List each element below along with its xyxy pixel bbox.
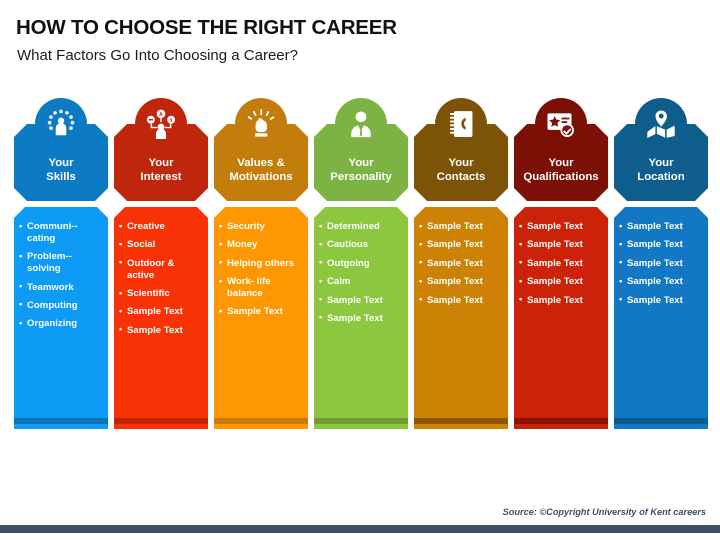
career-factor-columns: YourSkillsCommuni-­ catingProblem-­ solv… xyxy=(14,98,708,443)
bullet-item[interactable]: Determined xyxy=(319,221,404,233)
bullet-item[interactable]: Sample Text xyxy=(519,221,604,233)
bullet-list: Creative Social Outdoor & active Scientific… xyxy=(114,207,208,337)
bullet-item[interactable]: Sample Text xyxy=(619,257,704,270)
panel-bottom-stripe xyxy=(414,418,508,424)
bullet-item[interactable]: Sample Text xyxy=(419,257,504,270)
bullet-item[interactable]: Sample Text xyxy=(619,276,704,288)
bullet-item[interactable]: Sample Text xyxy=(419,239,504,251)
bullet-item[interactable]: Sample Text xyxy=(319,312,404,325)
bullet-item[interactable]: Calm xyxy=(319,276,404,288)
column-title-line2: Location xyxy=(637,171,685,183)
bullet-item[interactable]: Sample Text xyxy=(219,306,304,318)
panel-bottom-stripe xyxy=(214,418,308,424)
bullet-list: Security Money Helping others Work- life ba… xyxy=(214,207,308,318)
career-factor-column: YourSkills Communi-­ cating Problem-­ solv… xyxy=(14,98,108,443)
column-title-line1: Your xyxy=(48,157,74,170)
infographic-slide: HOW TO CHOOSE THE RIGHT CAREER What Fact… xyxy=(0,0,720,540)
bullet-item[interactable]: Sample Text xyxy=(519,257,604,270)
business-person-icon xyxy=(335,98,387,150)
address-book-icon xyxy=(435,98,487,150)
column-title-line2: Personality xyxy=(330,171,392,183)
panel-bottom-stripe xyxy=(114,418,208,424)
column-title-line1: Your xyxy=(648,157,674,170)
column-title-line2: Contacts xyxy=(436,171,486,183)
bullet-item[interactable]: Work- life balance xyxy=(219,276,304,300)
bullet-item[interactable]: Helping others xyxy=(219,257,304,270)
raised-fist-icon xyxy=(235,98,287,150)
bullet-item[interactable]: Sample Text xyxy=(619,221,704,233)
bullet-list: Sample Text Sample Text Sample Text Sample … xyxy=(514,207,608,306)
network-interest-icon: A $ xyxy=(135,98,187,150)
bullet-item[interactable]: Sample Text xyxy=(619,239,704,251)
career-factor-column: A $ YourInterest Creative Social Outdoor & … xyxy=(114,98,208,443)
career-factor-column: YourQualificationsSample TextSample Text… xyxy=(514,98,608,443)
bullet-item[interactable]: Sample Text xyxy=(119,324,204,337)
career-factor-column: YourPersonality Determined Cautious Outgoin… xyxy=(314,98,408,443)
bottom-accent-bar xyxy=(0,525,720,533)
career-factor-column: YourContactsSample TextSample TextSample… xyxy=(414,98,508,443)
bullet-list: Communi-­ cating Problem-­ solving Teamwor… xyxy=(14,207,108,330)
svg-text:$: $ xyxy=(170,118,173,123)
bullet-item[interactable]: Sample Text xyxy=(519,294,604,307)
bullet-item[interactable]: Organizing xyxy=(19,318,104,330)
bullet-item[interactable]: Outgoing xyxy=(319,257,404,270)
column-body-panel: Creative Social Outdoor & active Scientific… xyxy=(114,207,208,429)
column-body-panel: Sample Text Sample Text Sample Text Sample … xyxy=(514,207,608,429)
bullet-item[interactable]: Money xyxy=(219,239,304,251)
bullet-item[interactable]: Cautious xyxy=(319,239,404,251)
panel-bottom-stripe xyxy=(14,418,108,424)
bullet-list: Sample Text Sample Text Sample Text Sample … xyxy=(614,207,708,306)
column-body-panel: Security Money Helping others Work- life ba… xyxy=(214,207,308,429)
page-title: HOW TO CHOOSE THE RIGHT CAREER xyxy=(16,16,397,39)
bullet-item[interactable]: Communi-­ cating xyxy=(19,221,104,245)
map-pin-icon xyxy=(635,98,687,150)
bullet-list: Determined Cautious Outgoing Calm Sample Tex… xyxy=(314,207,408,325)
column-body-panel: Sample Text Sample Text Sample Text Sample … xyxy=(614,207,708,429)
bullet-item[interactable]: Sample Text xyxy=(419,276,504,288)
bullet-item[interactable]: Security xyxy=(219,221,304,233)
career-factor-column: YourLocationSample TextSample TextSample… xyxy=(614,98,708,443)
column-body-panel: Communi-­ cating Problem-­ solving Teamwor… xyxy=(14,207,108,429)
bullet-item[interactable]: Teamwork xyxy=(19,281,104,294)
bullet-item[interactable]: Sample Text xyxy=(619,294,704,307)
bullet-list: Sample Text Sample Text Sample Text Sample … xyxy=(414,207,508,306)
column-title-line1: Values & xyxy=(237,157,285,170)
page-subtitle: What Factors Go Into Choosing a Career? xyxy=(17,47,298,64)
bullet-item[interactable]: Sample Text xyxy=(319,294,404,307)
panel-bottom-stripe xyxy=(514,418,608,424)
panel-bottom-stripe xyxy=(614,418,708,424)
column-body-panel: Sample Text Sample Text Sample Text Sample … xyxy=(414,207,508,429)
column-title-line2: Motivations xyxy=(229,171,293,183)
column-title-line1: Your xyxy=(348,157,374,170)
bullet-item[interactable]: Outdoor & active xyxy=(119,257,204,282)
svg-text:A: A xyxy=(159,112,163,118)
bullet-item[interactable]: Scientific xyxy=(119,288,204,300)
bullet-item[interactable]: Sample Text xyxy=(419,294,504,307)
bullet-item[interactable]: Creative xyxy=(119,221,204,233)
panel-bottom-stripe xyxy=(314,418,408,424)
column-title-line1: Your xyxy=(448,157,474,170)
column-title-line2: Interest xyxy=(140,171,182,183)
bullet-item[interactable]: Sample Text xyxy=(419,221,504,233)
column-body-panel: Determined Cautious Outgoing Calm Sample Tex… xyxy=(314,207,408,429)
column-title-line2: Skills xyxy=(46,171,76,183)
bullet-item[interactable]: Sample Text xyxy=(519,276,604,288)
certificate-check-icon xyxy=(535,98,587,150)
bullet-item[interactable]: Sample Text xyxy=(119,306,204,318)
column-title-line1: Your xyxy=(148,157,174,170)
column-title-line1: Your xyxy=(548,157,574,170)
source-credit: Source: ©Copyright University of Kent ca… xyxy=(502,507,706,517)
bullet-item[interactable]: Computing xyxy=(19,299,104,312)
column-title-line2: Qualifications xyxy=(523,171,599,183)
bullet-item[interactable]: Problem-­ solving xyxy=(19,251,104,275)
career-factor-column: Values &Motivations Security Money Helping … xyxy=(214,98,308,443)
bullet-item[interactable]: Social xyxy=(119,239,204,251)
bullet-item[interactable]: Sample Text xyxy=(519,239,604,251)
person-skills-icon xyxy=(35,98,87,150)
